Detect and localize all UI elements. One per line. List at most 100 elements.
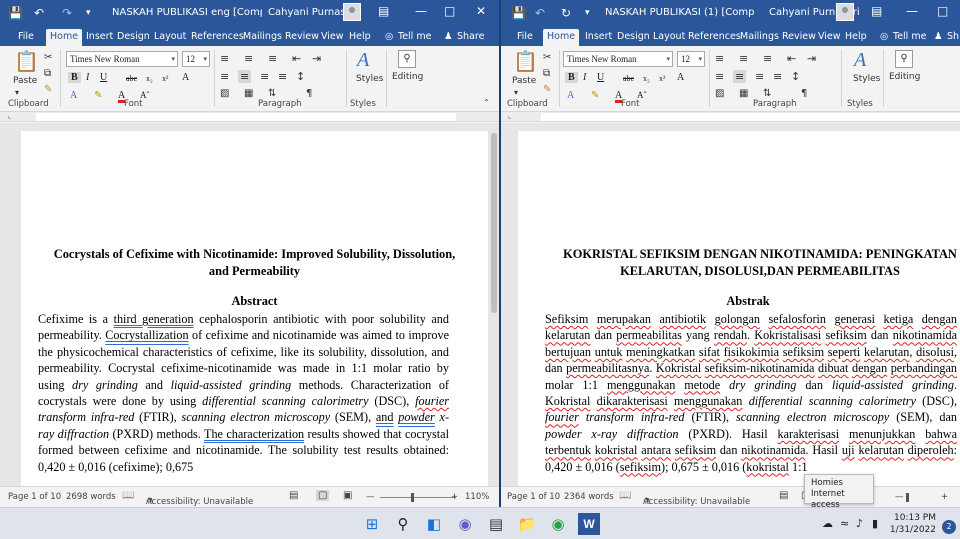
undo-icon[interactable]: ↶ bbox=[535, 5, 545, 21]
font-size-box[interactable]: 12 ▾ bbox=[182, 51, 210, 67]
tab-layout[interactable]: Layout bbox=[150, 29, 190, 46]
format-painter-icon[interactable]: ✎ bbox=[543, 84, 551, 95]
align-right-icon[interactable]: ≡ bbox=[278, 70, 287, 83]
sort-icon[interactable]: ⇅ bbox=[268, 88, 276, 99]
cut-icon[interactable]: ✂ bbox=[543, 52, 551, 63]
save-icon[interactable]: 💾 bbox=[511, 5, 526, 21]
word-app-icon[interactable]: W bbox=[578, 513, 600, 535]
tab-insert[interactable]: Insert bbox=[581, 29, 616, 46]
superscript-icon[interactable]: x² bbox=[162, 74, 168, 83]
highlight-icon[interactable]: ✎ bbox=[591, 90, 599, 101]
ribbon-display-icon[interactable]: ▤ bbox=[378, 4, 389, 18]
show-formatting-icon[interactable]: ¶ bbox=[306, 88, 312, 99]
underline-icon[interactable]: U bbox=[100, 72, 107, 83]
align-left-icon[interactable]: ≡ bbox=[220, 70, 229, 83]
tab-file[interactable]: File bbox=[513, 29, 537, 46]
bold-icon[interactable]: B bbox=[565, 72, 578, 83]
show-formatting-icon[interactable]: ¶ bbox=[801, 88, 807, 99]
subscript-icon[interactable]: x₂ bbox=[643, 74, 650, 83]
page-count[interactable]: Page 1 of 10 bbox=[8, 492, 61, 502]
document-page[interactable]: Cocrystals of Cefixime with Nicotinamide… bbox=[21, 131, 488, 486]
maximize-icon[interactable]: □ bbox=[444, 4, 455, 18]
line-spacing-icon[interactable]: ↕ bbox=[791, 70, 800, 83]
decrease-indent-icon[interactable]: ⇤ bbox=[292, 52, 301, 65]
paste-icon[interactable]: 📋 bbox=[513, 50, 538, 72]
zoom-level[interactable]: 110% bbox=[465, 492, 489, 502]
minimize-icon[interactable]: — bbox=[415, 4, 427, 18]
tab-view[interactable]: View bbox=[317, 29, 348, 46]
numbering-icon[interactable]: ≡ bbox=[739, 52, 748, 65]
clock[interactable]: 10:13 PM 1/31/2022 bbox=[890, 512, 936, 536]
search-icon[interactable]: ⚲ bbox=[392, 513, 414, 535]
share-button[interactable]: ♟ Sh bbox=[933, 29, 960, 46]
text-effects-glow-icon[interactable]: A bbox=[567, 90, 574, 101]
copy-icon[interactable]: ⧉ bbox=[44, 68, 51, 79]
editing-label[interactable]: Editing bbox=[889, 72, 920, 82]
search-icon[interactable]: ⚲ bbox=[895, 50, 913, 68]
tab-mailings[interactable]: Mailings bbox=[239, 29, 286, 46]
highlight-icon[interactable]: ✎ bbox=[94, 90, 102, 101]
horizontal-ruler[interactable]: ⌞ bbox=[0, 112, 499, 122]
bold-icon[interactable]: B bbox=[68, 72, 81, 83]
focus-icon[interactable]: ▤ bbox=[289, 490, 298, 501]
tab-design[interactable]: Design bbox=[613, 29, 654, 46]
paste-dropdown-icon[interactable]: ▾ bbox=[15, 88, 19, 97]
bullets-icon[interactable]: ≡ bbox=[220, 52, 229, 65]
line-spacing-icon[interactable]: ↕ bbox=[296, 70, 305, 83]
notification-badge[interactable]: 2 bbox=[942, 520, 956, 534]
file-explorer-icon[interactable]: 📁 bbox=[516, 513, 538, 535]
italic-icon[interactable]: I bbox=[583, 72, 586, 83]
chat-icon[interactable]: ◉ bbox=[454, 513, 476, 535]
proofing-icon[interactable]: 📖 bbox=[619, 490, 631, 501]
text-effects-icon[interactable]: A bbox=[677, 72, 684, 83]
web-layout-icon[interactable]: ▣ bbox=[343, 490, 352, 501]
horizontal-ruler[interactable]: ⌞ bbox=[501, 112, 960, 122]
tab-file[interactable]: File bbox=[14, 29, 38, 46]
sort-icon[interactable]: ⇅ bbox=[763, 88, 771, 99]
ribbon-display-icon[interactable]: ▤ bbox=[871, 4, 882, 18]
save-icon[interactable]: 💾 bbox=[8, 5, 23, 21]
align-right-icon[interactable]: ≡ bbox=[773, 70, 782, 83]
customize-qat-icon[interactable]: ▾ bbox=[86, 5, 91, 21]
share-button[interactable]: ♟ Share bbox=[443, 29, 488, 46]
wifi-icon[interactable]: ≈ bbox=[840, 517, 849, 530]
zoom-slider-thumb[interactable] bbox=[411, 493, 414, 502]
font-size-box[interactable]: 12 ▾ bbox=[677, 51, 705, 67]
page-count[interactable]: Page 1 of 10 bbox=[507, 492, 560, 502]
proofing-icon[interactable]: 📖 bbox=[122, 490, 134, 501]
chrome-icon[interactable]: ◉ bbox=[547, 513, 569, 535]
tab-design[interactable]: Design bbox=[113, 29, 154, 46]
widgets-icon[interactable]: ▤ bbox=[485, 513, 507, 535]
document-page[interactable]: KOKRISTAL SEFIKSIM DENGAN NIKOTINAMIDA: … bbox=[518, 131, 960, 486]
tab-view[interactable]: View bbox=[814, 29, 845, 46]
borders-icon[interactable]: ▦ bbox=[244, 88, 253, 99]
justify-icon[interactable]: ≡ bbox=[238, 70, 252, 83]
underline-icon[interactable]: U bbox=[597, 72, 604, 83]
word-count[interactable]: 2364 words bbox=[564, 492, 614, 502]
bullets-icon[interactable]: ≡ bbox=[715, 52, 724, 65]
format-painter-icon[interactable]: ✎ bbox=[44, 84, 52, 95]
paste-icon[interactable]: 📋 bbox=[14, 50, 39, 72]
editing-label[interactable]: Editing bbox=[392, 72, 423, 82]
print-layout-icon[interactable]: ▢ bbox=[316, 490, 330, 501]
battery-icon[interactable]: ▮ bbox=[872, 517, 878, 530]
document-area[interactable]: KOKRISTAL SEFIKSIM DENGAN NIKOTINAMIDA: … bbox=[501, 123, 960, 486]
cut-icon[interactable]: ✂ bbox=[44, 52, 52, 63]
styles-icon[interactable]: A bbox=[357, 49, 369, 71]
vertical-scrollbar[interactable] bbox=[489, 123, 499, 486]
justify-icon[interactable]: ≡ bbox=[733, 70, 747, 83]
shading-icon[interactable]: ▨ bbox=[220, 88, 229, 99]
tab-tell-me[interactable]: ◎ Tell me bbox=[879, 29, 930, 46]
tab-selector-icon[interactable]: ⌞ bbox=[8, 112, 11, 120]
superscript-icon[interactable]: x² bbox=[659, 74, 665, 83]
tab-home[interactable]: Home bbox=[46, 29, 83, 46]
minimize-icon[interactable]: — bbox=[906, 4, 918, 18]
zoom-out-icon[interactable]: — bbox=[366, 492, 375, 502]
refresh-icon[interactable]: ↻ bbox=[561, 5, 571, 21]
task-view-icon[interactable]: ◧ bbox=[423, 513, 445, 535]
tab-help[interactable]: Help bbox=[841, 29, 871, 46]
paste-label[interactable]: Paste bbox=[13, 76, 37, 86]
align-left-icon[interactable]: ≡ bbox=[715, 70, 724, 83]
zoom-out-icon[interactable]: — bbox=[895, 492, 904, 502]
start-icon[interactable]: ⊞ bbox=[361, 513, 383, 535]
